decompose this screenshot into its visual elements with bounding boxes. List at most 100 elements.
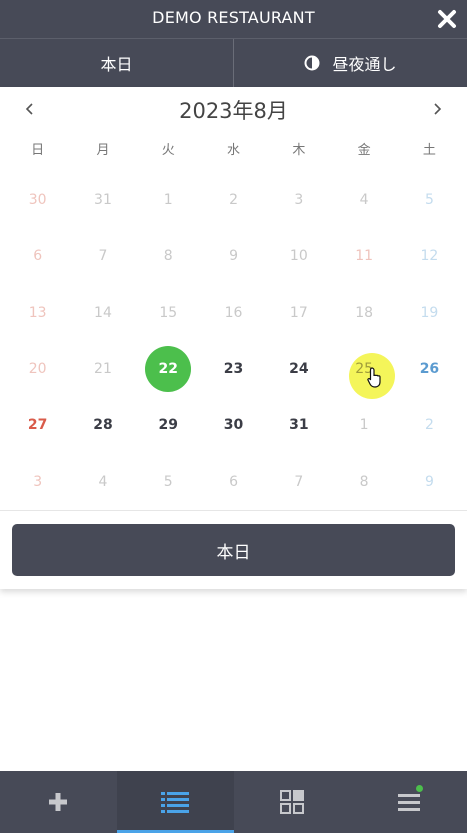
calendar-day[interactable]: 2 xyxy=(397,397,462,453)
calendar-day-number: 3 xyxy=(294,192,304,209)
calendar-day[interactable]: 3 xyxy=(266,172,331,228)
calendar-day-number: 2 xyxy=(229,192,238,209)
menu-icon xyxy=(397,794,420,811)
calendar-day-number: 1 xyxy=(359,417,369,434)
tab-add[interactable] xyxy=(0,771,117,833)
title-bar: DEMO RESTAURANT xyxy=(0,0,467,38)
calendar-day-number: 6 xyxy=(229,473,238,490)
calendar-day[interactable]: 13 xyxy=(5,285,70,341)
today-mode-button[interactable]: 本日 xyxy=(0,39,233,87)
calendar-day[interactable]: 19 xyxy=(397,285,462,341)
tab-menu[interactable] xyxy=(350,771,467,833)
weekday-tue: 火 xyxy=(161,143,175,158)
calendar-day-number: 7 xyxy=(98,248,108,265)
calendar-day[interactable]: 11 xyxy=(331,228,396,284)
calendar-day[interactable]: 9 xyxy=(397,453,462,509)
calendar-day[interactable]: 15 xyxy=(136,285,201,341)
close-icon[interactable] xyxy=(437,9,457,29)
calendar-day[interactable]: 6 xyxy=(5,228,70,284)
calendar-day[interactable]: 21 xyxy=(70,341,135,397)
weekday-mon: 月 xyxy=(96,143,110,158)
chevron-right-icon[interactable] xyxy=(425,97,449,121)
calendar-day[interactable]: 23 xyxy=(201,341,266,397)
calendar-day-number: 5 xyxy=(163,473,173,490)
calendar-day-number: 27 xyxy=(27,417,48,434)
calendar-day[interactable]: 16 xyxy=(201,285,266,341)
today-button[interactable]: 本日 xyxy=(12,524,455,576)
allday-mode-button[interactable]: 昼夜通し xyxy=(233,39,467,87)
calendar-day[interactable]: 4 xyxy=(70,453,135,509)
calendar-day-number: 13 xyxy=(28,304,47,321)
month-title: 2023年8月 xyxy=(179,99,288,123)
calendar-day-number: 26 xyxy=(419,361,440,378)
calendar-day[interactable]: 1 xyxy=(331,397,396,453)
calendar-day[interactable]: 26 xyxy=(397,341,462,397)
calendar-day[interactable]: 4 xyxy=(331,172,396,228)
notification-dot xyxy=(416,785,424,792)
weekday-fri: 金 xyxy=(357,143,371,158)
calendar-day[interactable]: 7 xyxy=(266,453,331,509)
calendar-day[interactable]: 29 xyxy=(136,397,201,453)
tab-grid[interactable] xyxy=(234,771,351,833)
grid-icon xyxy=(279,790,304,814)
mode-bar: 本日 昼夜通し xyxy=(0,38,467,87)
app-title: DEMO RESTAURANT xyxy=(152,8,315,27)
calendar-day[interactable]: 5 xyxy=(397,172,462,228)
calendar-day[interactable]: 31 xyxy=(266,397,331,453)
calendar-day-number: 12 xyxy=(420,248,439,265)
bottom-nav xyxy=(0,771,467,833)
calendar-day[interactable]: 9 xyxy=(201,228,266,284)
divider xyxy=(0,510,467,511)
calendar-day[interactable]: 28 xyxy=(70,397,135,453)
calendar-day[interactable]: 31 xyxy=(70,172,135,228)
calendar-day-number: 15 xyxy=(159,304,178,321)
calendar-day-number: 31 xyxy=(289,417,309,434)
tab-list[interactable] xyxy=(116,771,234,833)
calendar-day[interactable]: 24 xyxy=(266,341,331,397)
calendar-day[interactable]: 30 xyxy=(201,397,266,453)
calendar-day[interactable]: 25 xyxy=(331,341,396,399)
calendar-day-number: 7 xyxy=(294,473,304,490)
calendar-day-number: 4 xyxy=(359,192,369,209)
calendar-day-number: 3 xyxy=(33,473,43,490)
calendar-day[interactable]: 5 xyxy=(136,453,201,509)
calendar-day-number: 11 xyxy=(355,248,374,265)
calendar-day-number: 20 xyxy=(28,361,47,378)
calendar-day[interactable]: 8 xyxy=(331,453,396,509)
calendar-day[interactable]: 1 xyxy=(136,172,201,228)
calendar-day-number: 18 xyxy=(355,304,374,321)
calendar-day[interactable]: 3 xyxy=(5,453,70,509)
calendar-day[interactable]: 30 xyxy=(5,172,70,228)
calendar-day-number: 6 xyxy=(33,248,43,265)
calendar-day-number: 24 xyxy=(289,361,309,378)
calendar-day-number: 2 xyxy=(424,417,434,434)
calendar-day-number: 30 xyxy=(28,192,47,209)
today-mode-label: 本日 xyxy=(100,55,133,74)
calendar-day[interactable]: 22 xyxy=(136,341,201,397)
calendar-day[interactable]: 8 xyxy=(136,228,201,284)
calendar-day-number: 31 xyxy=(94,192,112,209)
half-circle-icon xyxy=(304,55,320,71)
calendar-day[interactable]: 2 xyxy=(201,172,266,228)
calendar-day-number: 17 xyxy=(289,304,308,321)
allday-mode-label: 昼夜通し xyxy=(332,55,397,74)
calendar-day-number: 14 xyxy=(94,304,112,321)
calendar-day[interactable]: 27 xyxy=(5,397,70,453)
calendar-day-number: 30 xyxy=(223,417,244,434)
plus-icon xyxy=(49,793,68,811)
calendar-day-number: 1 xyxy=(163,192,173,209)
calendar-day[interactable]: 14 xyxy=(70,285,135,341)
calendar-day-number: 22 xyxy=(158,361,178,378)
calendar-day-number: 21 xyxy=(94,361,112,378)
calendar-day-number: 29 xyxy=(158,417,178,434)
calendar-day[interactable]: 10 xyxy=(266,228,331,284)
calendar-day[interactable]: 18 xyxy=(331,285,396,341)
hand-cursor-icon xyxy=(367,367,382,388)
calendar-day[interactable]: 20 xyxy=(5,341,70,397)
calendar-day[interactable]: 6 xyxy=(201,453,266,509)
calendar-day-number: 8 xyxy=(163,248,173,265)
weekday-sat: 土 xyxy=(422,143,436,158)
calendar-day[interactable]: 7 xyxy=(70,228,135,284)
calendar-day[interactable]: 12 xyxy=(397,228,462,284)
calendar-day[interactable]: 17 xyxy=(266,285,331,341)
